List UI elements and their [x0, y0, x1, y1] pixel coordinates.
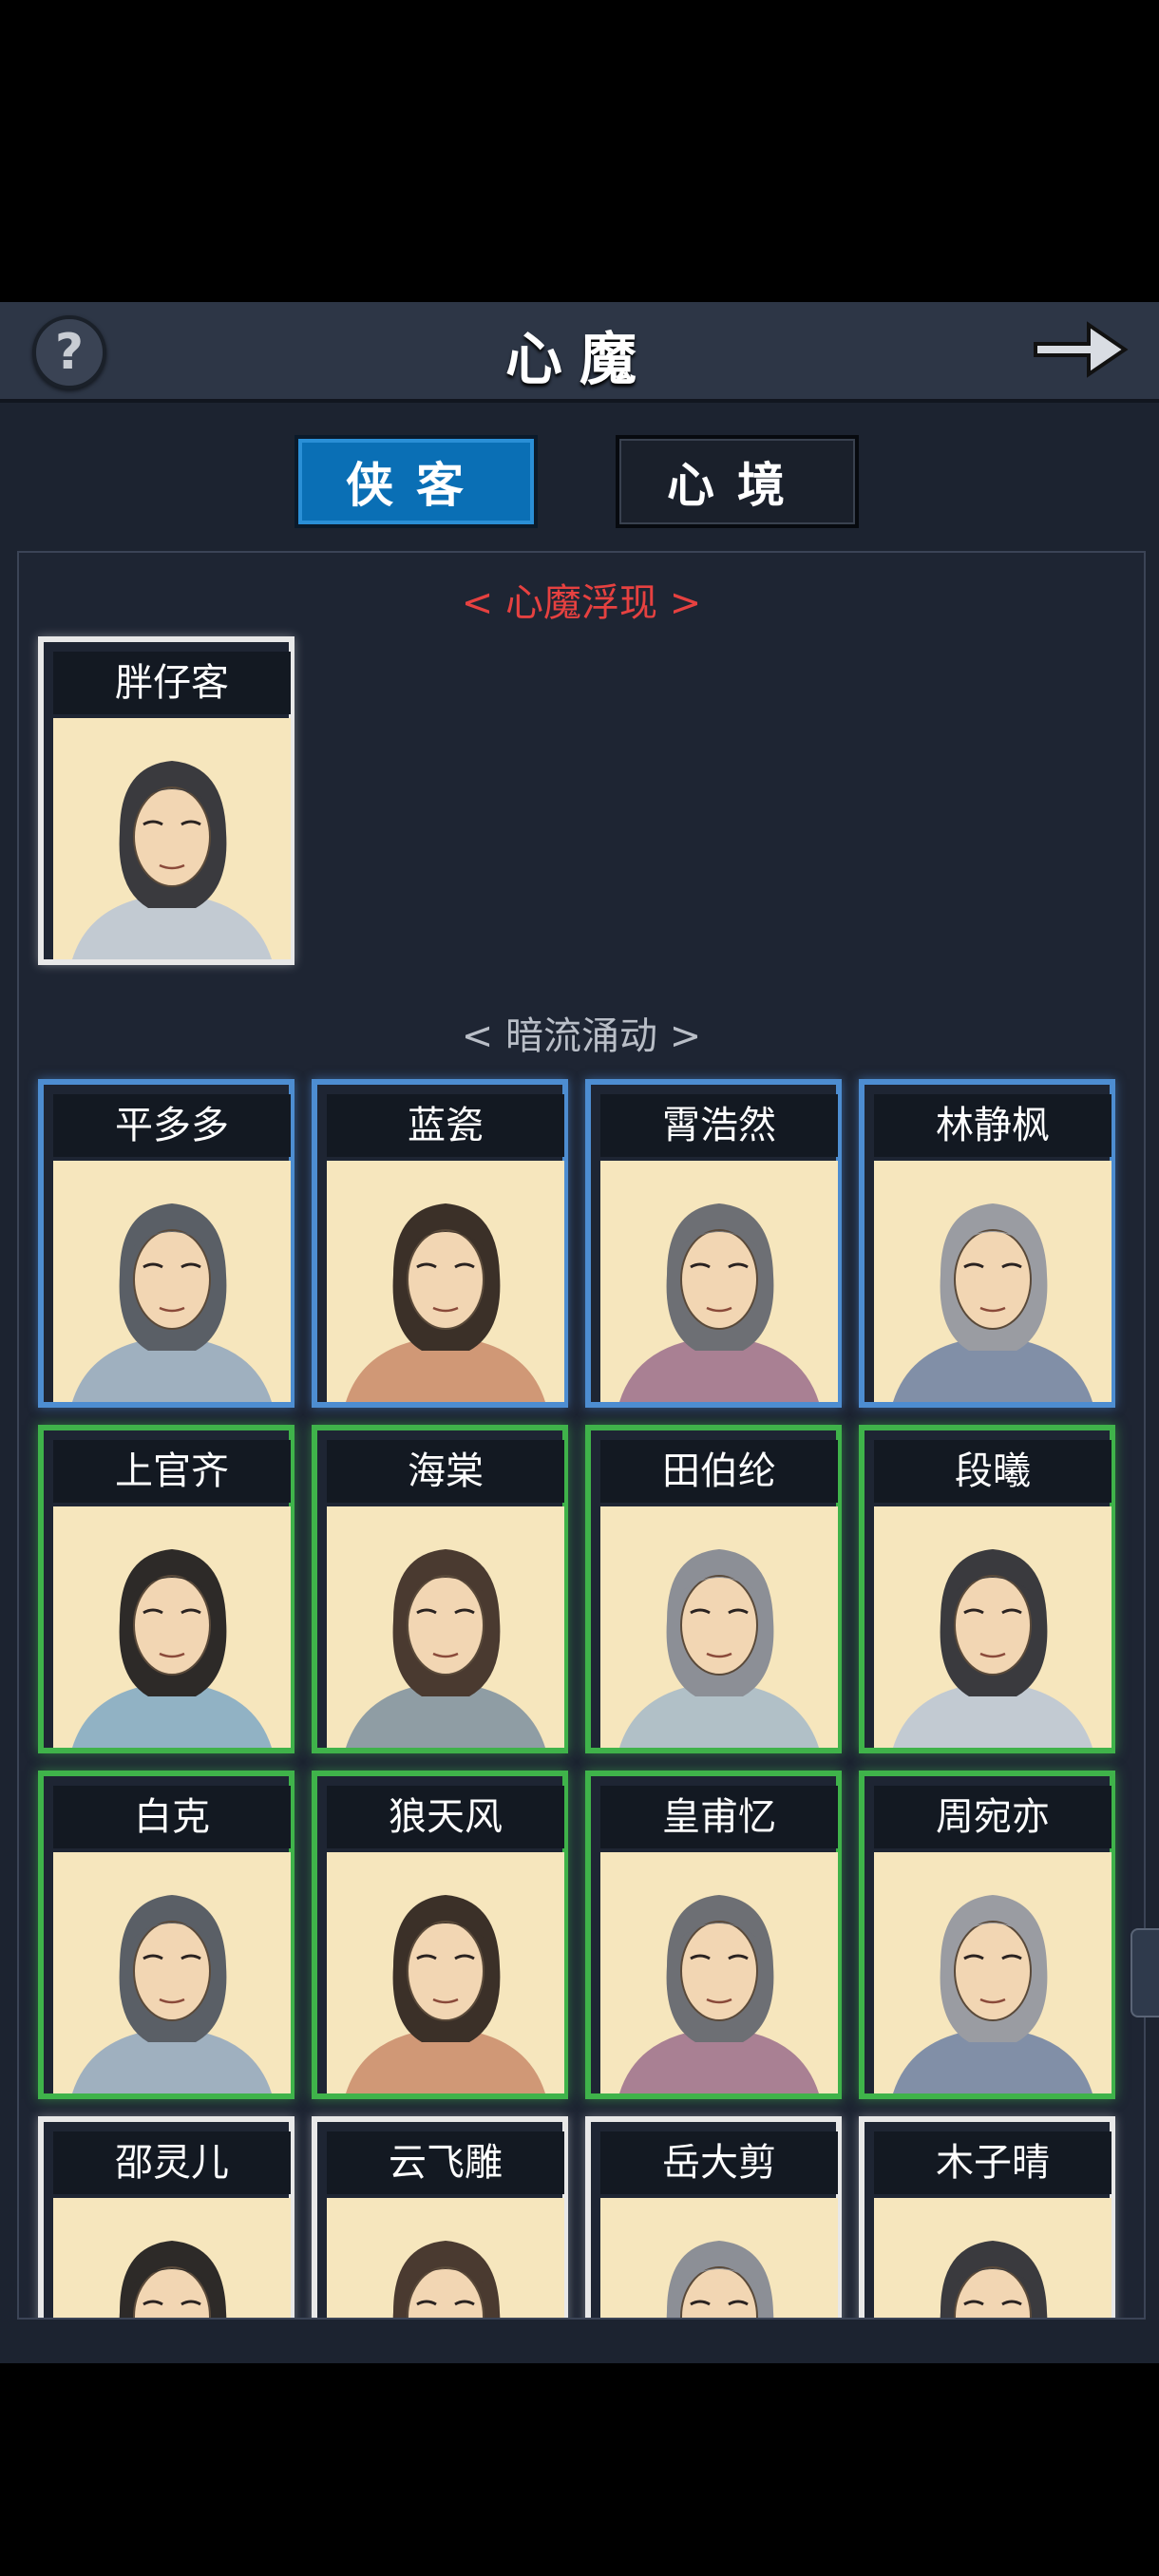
character-card[interactable]: 狼天风	[312, 1771, 568, 2099]
side-drawer-handle[interactable]	[1130, 1928, 1159, 2017]
portrait-image	[327, 1506, 564, 1748]
character-name: 上官齐	[53, 1440, 291, 1503]
portrait-image	[874, 2198, 1112, 2318]
character-panel: < 心魔浮现 > 胖仔客 < 暗流涌动 > 平多多 蓝瓷 霄浩然 林静枫 上官齐…	[17, 551, 1146, 2320]
portrait-image	[327, 1852, 564, 2093]
character-card[interactable]: 岳大剪	[585, 2116, 842, 2318]
character-card[interactable]: 平多多	[38, 1079, 294, 1408]
character-portrait	[600, 1161, 838, 1402]
app-screen: ? 心魔 侠客 心境 < 心魔浮现 > 胖仔客 < 暗流涌动 > 平多多 蓝瓷	[0, 302, 1159, 2363]
character-name: 海棠	[327, 1440, 564, 1503]
portrait-image	[53, 718, 291, 959]
character-portrait	[53, 1161, 291, 1402]
character-name: 邵灵儿	[53, 2131, 291, 2194]
character-portrait	[874, 1506, 1112, 1748]
character-portrait	[327, 1161, 564, 1402]
character-portrait	[53, 1852, 291, 2093]
character-card[interactable]: 田伯纶	[585, 1425, 842, 1753]
character-name: 狼天风	[327, 1786, 564, 1848]
tab-bar: 侠客 心境	[0, 435, 1159, 530]
character-portrait	[600, 1852, 838, 2093]
character-name: 田伯纶	[600, 1440, 838, 1503]
character-name: 岳大剪	[600, 2131, 838, 2194]
next-button[interactable]	[1028, 312, 1132, 388]
character-portrait	[53, 2198, 291, 2318]
character-portrait	[874, 1852, 1112, 2093]
character-portrait	[327, 1506, 564, 1748]
character-card[interactable]: 云飞雕	[312, 2116, 568, 2318]
portrait-image	[600, 1506, 838, 1748]
tab-mindstate[interactable]: 心境	[616, 435, 859, 528]
character-portrait	[600, 1506, 838, 1748]
tab-heroes[interactable]: 侠客	[294, 435, 538, 528]
character-portrait	[874, 1161, 1112, 1402]
page-title: 心魔	[505, 327, 654, 393]
character-card[interactable]: 海棠	[312, 1425, 568, 1753]
portrait-image	[53, 1161, 291, 1402]
character-name: 白克	[53, 1786, 291, 1848]
character-name: 平多多	[53, 1094, 291, 1157]
character-card[interactable]: 霄浩然	[585, 1079, 842, 1408]
character-card[interactable]: 木子晴	[859, 2116, 1115, 2318]
character-portrait	[874, 2198, 1112, 2318]
portrait-image	[874, 1506, 1112, 1748]
featured-character-card[interactable]: 胖仔客	[38, 636, 294, 965]
arrow-right-icon	[1034, 321, 1129, 378]
character-card[interactable]: 蓝瓷	[312, 1079, 568, 1408]
portrait-image	[53, 1506, 291, 1748]
portrait-image	[53, 2198, 291, 2318]
character-card[interactable]: 段曦	[859, 1425, 1115, 1753]
character-name: 胖仔客	[53, 652, 291, 714]
character-name: 皇甫忆	[600, 1786, 838, 1848]
header-bar: ? 心魔	[0, 302, 1159, 403]
character-portrait	[327, 2198, 564, 2318]
character-portrait	[600, 2198, 838, 2318]
character-portrait	[327, 1852, 564, 2093]
character-card[interactable]: 白克	[38, 1771, 294, 2099]
portrait-image	[600, 1852, 838, 2093]
character-name: 霄浩然	[600, 1094, 838, 1157]
character-portrait	[53, 718, 291, 959]
portrait-image	[600, 1161, 838, 1402]
section-title-emerged: < 心魔浮现 >	[461, 581, 702, 625]
character-portrait	[53, 1506, 291, 1748]
character-name: 林静枫	[874, 1094, 1112, 1157]
portrait-image	[600, 2198, 838, 2318]
portrait-image	[327, 1161, 564, 1402]
character-name: 周宛亦	[874, 1786, 1112, 1848]
character-name: 云飞雕	[327, 2131, 564, 2194]
portrait-image	[874, 1161, 1112, 1402]
character-name: 蓝瓷	[327, 1094, 564, 1157]
section-title-undercurrent: < 暗流涌动 >	[461, 1014, 702, 1058]
portrait-image	[53, 1852, 291, 2093]
character-card[interactable]: 皇甫忆	[585, 1771, 842, 2099]
character-card[interactable]: 上官齐	[38, 1425, 294, 1753]
portrait-image	[874, 1852, 1112, 2093]
character-card[interactable]: 周宛亦	[859, 1771, 1115, 2099]
character-name: 段曦	[874, 1440, 1112, 1503]
character-card[interactable]: 邵灵儿	[38, 2116, 294, 2318]
character-card[interactable]: 林静枫	[859, 1079, 1115, 1408]
character-name: 木子晴	[874, 2131, 1112, 2194]
portrait-image	[327, 2198, 564, 2318]
